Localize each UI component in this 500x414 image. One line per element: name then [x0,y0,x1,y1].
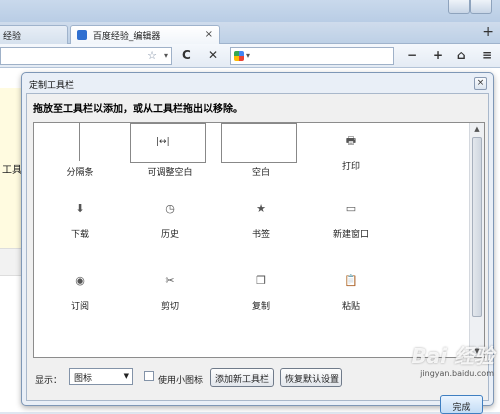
palette-item-paste[interactable]: 📋 粘贴 [311,271,391,312]
minimize-button[interactable] [448,0,470,14]
tab-label: 经验 [3,32,22,42]
dialog-title: 定制工具栏 [29,81,75,91]
instruction-text: 拖放至工具栏以添加，或从工具栏拖出以移除。 [33,104,243,115]
tab-experience[interactable]: 经验 [0,25,68,44]
flexible-space-glyph: |↔| [156,137,170,147]
small-icons-checkbox[interactable] [144,371,154,381]
palette-item-history[interactable]: ◷ 历史 [130,199,210,240]
history-icon: ◷ [165,202,175,215]
page-partial-text: 工具 [2,165,22,176]
scrollbar-thumb[interactable] [472,137,482,317]
item-label: 可调整空白 [147,168,193,178]
watermark-url: jingyan.baidu.com [420,369,494,378]
palette-item-bookmarks[interactable]: ★ 书签 [221,199,301,240]
paste-icon: 📋 [344,274,358,287]
tab-baidu-editor[interactable]: 百度经验_编辑器 × [70,25,220,44]
url-bar[interactable]: ☆ ▾ [0,47,172,65]
item-label: 分隔条 [66,168,94,178]
palette-scrollbar[interactable]: ▲ ▼ [469,123,484,357]
print-icon: 🖶 [345,134,357,147]
google-icon[interactable] [234,51,244,61]
flexible-space-icon: |↔| [130,123,206,163]
bookmarks-icon: ★ [256,202,266,215]
done-button[interactable]: 完成 [440,395,483,414]
palette-item-copy[interactable]: ❐ 复制 [221,271,301,312]
bookmark-star-icon[interactable]: ☆ [147,49,157,62]
zoom-in-icon[interactable]: + [433,48,443,62]
baidu-watermark: Bai 经验 jingyan.baidu.com [411,340,494,378]
download-icon: ⬇ [75,202,85,215]
item-label: 剪切 [160,302,179,312]
search-engine-dropdown-icon[interactable]: ▾ [246,51,250,60]
page-grey-band [0,248,22,276]
item-label: 新建窗口 [332,230,369,240]
tools-menu-icon[interactable]: ≡ [482,48,492,62]
palette-item-cut[interactable]: ✂ 剪切 [130,271,210,312]
new-window-icon: ▭ [345,202,357,215]
new-tab-button[interactable]: + [482,24,494,40]
url-dropdown-icon[interactable]: ▾ [164,51,168,60]
reload-icon[interactable]: C [182,48,191,62]
toolbar-items-palette: 分隔条 |↔| 可调整空白 空白 🖶 打印 ⬇ 下载 ◷ 历史 ★ 书签 ▭ 新… [33,122,485,358]
feed-icon: ◉ [75,274,85,287]
show-mode-select[interactable]: 图标 ▼ [69,368,133,385]
palette-item-flexible-space[interactable]: |↔| 可调整空白 [130,123,210,178]
palette-item-space[interactable]: 空白 [221,123,301,178]
item-label: 历史 [160,230,179,240]
tab-label: 百度经验_编辑器 [92,32,161,42]
dialog-close-icon[interactable]: × [474,77,487,90]
show-label: 显示： [35,376,63,386]
watermark-logo: Bai 经验 [411,344,494,368]
cut-icon: ✂ [165,274,175,287]
item-label: 打印 [341,162,360,172]
palette-item-download[interactable]: ⬇ 下载 [40,199,120,240]
item-label: 空白 [251,168,270,178]
palette-item-new-window[interactable]: ▭ 新建窗口 [311,199,391,240]
stop-icon[interactable]: ✕ [208,48,218,62]
maximize-button[interactable] [470,0,492,14]
show-mode-value: 图标 [74,374,93,384]
palette-item-print[interactable]: 🖶 打印 [311,131,391,172]
chevron-down-icon: ▼ [123,372,129,380]
item-label: 书签 [251,230,270,240]
item-label: 订阅 [70,302,89,312]
scroll-up-icon[interactable]: ▲ [472,125,482,133]
add-toolbar-button[interactable]: 添加新工具栏 [210,368,274,387]
search-bar[interactable]: ▾ [230,47,394,65]
window-titlebar [0,0,500,22]
navigation-bar: ☆ ▾ C ✕ ▾ − + ⌂ ≡ [0,44,500,68]
restore-defaults-button[interactable]: 恢复默认设置 [280,368,342,387]
palette-item-feed[interactable]: ◉ 订阅 [40,271,120,312]
item-label: 复制 [251,302,270,312]
close-tab-icon[interactable]: × [205,29,213,40]
zoom-out-icon[interactable]: − [407,48,417,62]
baidu-favicon-icon [77,30,87,40]
item-label: 粘贴 [341,302,360,312]
palette-item-separator[interactable]: 分隔条 [40,123,120,178]
small-icons-label: 使用小图标 [158,376,204,386]
copy-icon: ❐ [256,274,266,287]
tab-bar: 经验 百度经验_编辑器 × [0,22,500,44]
space-icon [221,123,297,163]
item-label: 下载 [70,230,89,240]
home-icon[interactable]: ⌂ [457,48,466,62]
separator-icon [79,123,80,161]
